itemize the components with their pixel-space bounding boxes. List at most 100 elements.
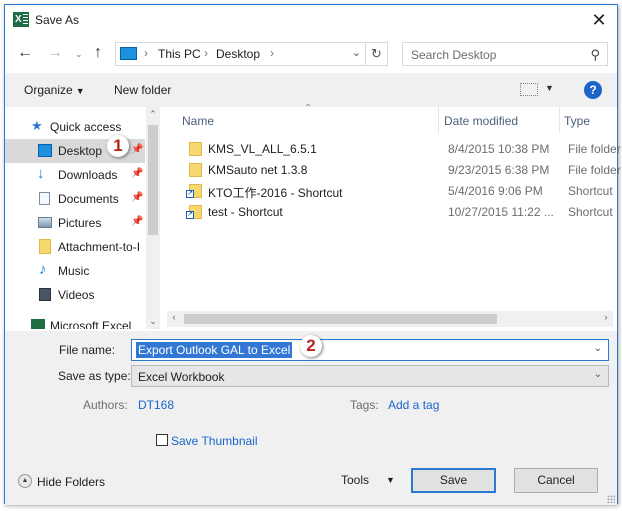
chevron-down-icon[interactable]: ⌄ [594, 369, 602, 380]
file-date: 9/23/2015 6:38 PM [448, 163, 550, 177]
back-button[interactable]: ← [17, 44, 33, 62]
scrollbar-thumb[interactable] [184, 314, 497, 324]
music-icon: ♪ [39, 261, 47, 278]
search-input[interactable]: Search Desktop ⚲ [402, 42, 608, 66]
file-row[interactable]: ↗ KTO工作-2016 - Shortcut 5/4/2016 9:06 PM… [181, 181, 621, 201]
shortcut-arrow-icon: ↗ [186, 211, 194, 219]
recent-locations-button[interactable]: ⌄ [75, 49, 83, 60]
breadcrumb-separator[interactable]: › [144, 46, 148, 60]
nav-item-label: Downloads [58, 168, 118, 182]
hide-folders-label: Hide Folders [37, 475, 106, 489]
save-type-select[interactable]: Excel Workbook ⌄ [131, 365, 609, 387]
file-type: Shortcut [568, 184, 613, 198]
nav-item-label: Attachment-to-I [58, 240, 141, 254]
pin-icon: 📌 [131, 192, 144, 203]
new-folder-button[interactable]: New folder [114, 83, 171, 97]
nav-pane-scrollbar[interactable]: ⌃ ⌄ [146, 107, 160, 329]
organize-button[interactable]: Organize ▼ [24, 83, 85, 97]
add-tag-link[interactable]: Add a tag [388, 398, 439, 412]
address-bar[interactable]: › This PC › Desktop › ⌄ ↻ [115, 42, 388, 66]
file-name-input[interactable]: Export Outlook GAL to Excel ⌄ [131, 339, 609, 361]
pin-icon: 📌 [131, 168, 144, 179]
scroll-up-icon[interactable]: ⌃ [146, 109, 160, 120]
desktop-icon [38, 144, 52, 157]
column-header-type[interactable]: Type [564, 114, 590, 128]
nav-item-downloads[interactable]: ↓ Downloads 📌 [5, 163, 145, 187]
scroll-down-icon[interactable]: ⌄ [146, 316, 160, 327]
file-name-label: File name: [59, 343, 116, 357]
nav-item-attachment-folder[interactable]: Attachment-to-I [5, 235, 145, 259]
file-name: KMSauto net 1.3.8 [208, 163, 308, 177]
scroll-left-icon[interactable]: ‹ [167, 312, 181, 322]
folder-icon [189, 163, 202, 177]
file-list-horizontal-scrollbar[interactable]: ‹ › [167, 311, 613, 327]
nav-item-quick-access[interactable]: ★ Quick access [5, 115, 145, 139]
scrollbar-thumb[interactable] [148, 125, 158, 235]
folder-icon [39, 239, 51, 254]
tools-button[interactable]: Tools [341, 473, 369, 487]
save-type-label: Save as type: [58, 369, 131, 383]
pin-icon: 📌 [131, 216, 144, 227]
breadcrumb-desktop[interactable]: Desktop [216, 47, 260, 61]
pin-icon: 📌 [131, 144, 144, 155]
column-header-name[interactable]: Name [182, 114, 214, 128]
breadcrumb-this-pc[interactable]: This PC [158, 47, 201, 61]
nav-item-music[interactable]: ♪ Music [5, 259, 145, 283]
collapse-up-icon: ▲ [18, 474, 32, 488]
nav-item-label: Documents [58, 192, 119, 206]
breadcrumb-separator[interactable]: › [270, 46, 274, 60]
tags-label: Tags: [350, 398, 379, 412]
nav-item-pictures[interactable]: Pictures 📌 [5, 211, 145, 235]
save-thumbnail-label[interactable]: Save Thumbnail [171, 434, 258, 448]
file-row[interactable]: ↗ test - Shortcut 10/27/2015 11:22 ... S… [181, 202, 621, 222]
close-button[interactable]: ✕ [589, 10, 609, 30]
nav-item-label: Microsoft Excel [50, 319, 132, 329]
nav-item-label: Desktop [58, 144, 103, 158]
nav-item-documents[interactable]: Documents 📌 [5, 187, 145, 211]
tools-dropdown-icon[interactable]: ▼ [386, 475, 395, 485]
search-icon[interactable]: ⚲ [590, 47, 600, 63]
pictures-icon [38, 217, 52, 228]
file-row[interactable]: KMSauto net 1.3.8 9/23/2015 6:38 PM File… [181, 160, 621, 180]
view-dropdown-icon[interactable]: ▼ [545, 83, 554, 93]
title-bar: X Save As ✕ [5, 5, 617, 35]
nav-item-microsoft-excel[interactable]: Microsoft Excel [5, 315, 145, 329]
refresh-button[interactable]: ↻ [365, 43, 387, 65]
file-row[interactable]: KMS_VL_ALL_6.5.1 8/4/2015 10:38 PM File … [181, 139, 621, 159]
address-dropdown-icon[interactable]: ⌄ [352, 46, 361, 59]
up-button[interactable]: ↑ [94, 44, 102, 62]
view-options-icon[interactable] [520, 83, 538, 96]
file-name: test - Shortcut [208, 205, 283, 219]
save-button[interactable]: Save [411, 468, 496, 493]
shortcut-arrow-icon: ↗ [186, 190, 194, 198]
folder-icon [189, 142, 202, 156]
nav-item-label: Quick access [50, 120, 122, 134]
cancel-button[interactable]: Cancel [514, 468, 598, 493]
authors-link[interactable]: DT168 [138, 398, 174, 412]
column-divider[interactable] [438, 107, 439, 133]
file-date: 8/4/2015 10:38 PM [448, 142, 550, 156]
videos-icon [39, 288, 51, 301]
breadcrumb-separator[interactable]: › [204, 46, 208, 60]
save-options-panel: File name: Export Outlook GAL to Excel ⌄… [5, 331, 617, 505]
download-icon: ↓ [37, 165, 45, 182]
forward-button[interactable]: → [47, 44, 63, 62]
column-header-date[interactable]: Date modified [444, 114, 518, 128]
save-thumbnail-checkbox[interactable] [156, 434, 168, 446]
help-icon[interactable]: ? [584, 81, 602, 99]
scroll-right-icon[interactable]: › [599, 312, 613, 322]
organize-label: Organize [24, 83, 73, 97]
excel-icon: X [13, 12, 29, 27]
nav-item-label: Music [58, 264, 90, 278]
nav-item-label: Pictures [58, 216, 102, 230]
chevron-down-icon[interactable]: ⌄ [594, 343, 602, 354]
dropdown-arrow-icon: ▼ [75, 86, 85, 96]
step-2-annotation-badge: 2 [300, 335, 322, 357]
excel-icon [31, 319, 45, 329]
step-1-annotation-badge: 1 [107, 135, 129, 157]
nav-item-videos[interactable]: Videos [5, 283, 145, 307]
resize-grip-icon[interactable] [607, 495, 615, 503]
nav-item-label: Videos [58, 288, 95, 302]
file-type: File folder [568, 142, 621, 156]
column-divider[interactable] [559, 107, 560, 133]
